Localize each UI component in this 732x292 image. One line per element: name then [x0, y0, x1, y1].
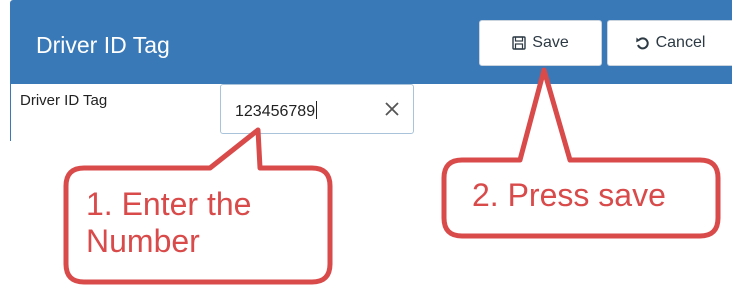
callout-step-1-line-2: Number — [86, 223, 200, 260]
callout-step-2: 2. Press save — [472, 177, 666, 213]
callout-step-1: 1. Enter the Number — [86, 186, 251, 260]
callout-step-1-line-1: 1. Enter the — [86, 186, 252, 222]
